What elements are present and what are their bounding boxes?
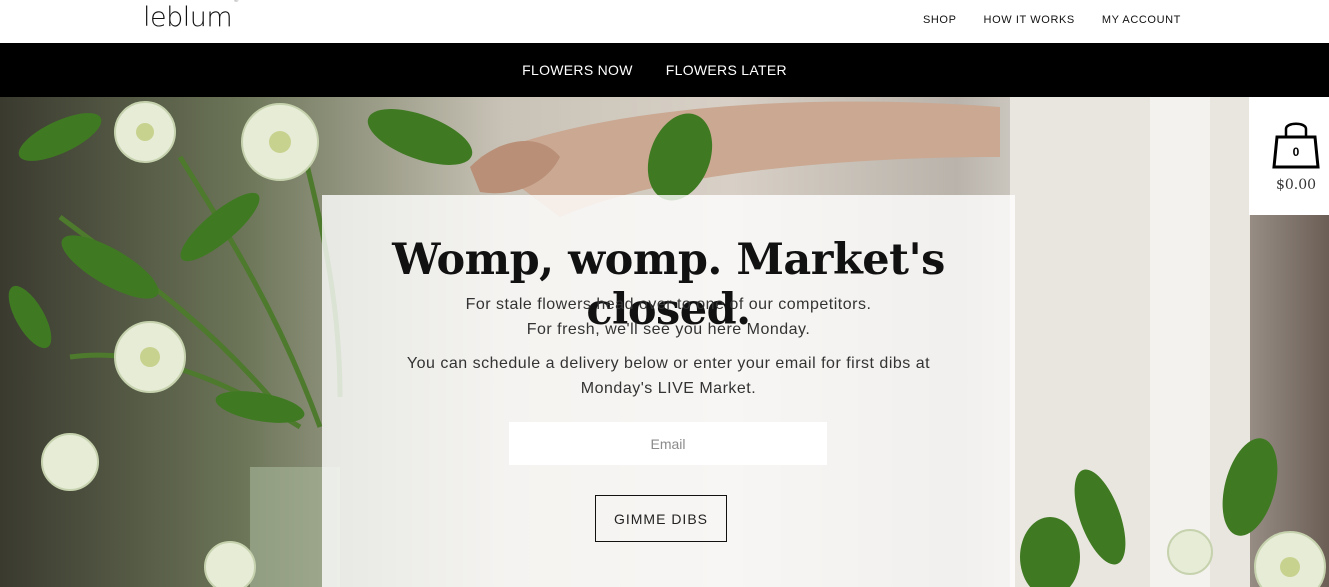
nav-my-account-link[interactable]: MY ACCOUNT	[1102, 14, 1181, 26]
email-field[interactable]	[509, 422, 827, 465]
cart-widget[interactable]: 0 $0.00	[1249, 97, 1329, 215]
site-header: leblum® SHOP HOW IT WORKS MY ACCOUNT	[0, 0, 1329, 43]
gimme-dibs-button[interactable]: GIMME DIBS	[595, 495, 727, 542]
message-line-2: For fresh, we'll see you here Monday.	[526, 321, 811, 338]
message-line-4: Monday's LIVE Market.	[580, 380, 757, 397]
cart-total: $0.00	[1275, 177, 1317, 193]
message-line-1: For stale flowers head over to one of ou…	[465, 296, 872, 313]
page-title: Womp, womp. Market's closed.	[392, 235, 945, 335]
logo-text: leblum	[143, 2, 233, 33]
message-line-3: You can schedule a delivery below or ent…	[406, 355, 931, 372]
top-nav: SHOP HOW IT WORKS MY ACCOUNT	[923, 14, 1181, 26]
nav-how-it-works-link[interactable]: HOW IT WORKS	[984, 14, 1075, 26]
cart-count: 0	[1292, 145, 1300, 159]
category-nav: FLOWERS NOW FLOWERS LATER	[0, 43, 1329, 97]
logo[interactable]: leblum®	[143, 0, 239, 33]
shopping-bag-icon	[1272, 122, 1320, 169]
registered-mark: ®	[233, 0, 239, 4]
flowers-now-link[interactable]: FLOWERS NOW	[522, 62, 633, 78]
market-closed-card: Womp, womp. Market's closed. For stale f…	[322, 195, 1015, 587]
flowers-later-link[interactable]: FLOWERS LATER	[666, 62, 787, 78]
nav-shop-link[interactable]: SHOP	[923, 14, 957, 26]
